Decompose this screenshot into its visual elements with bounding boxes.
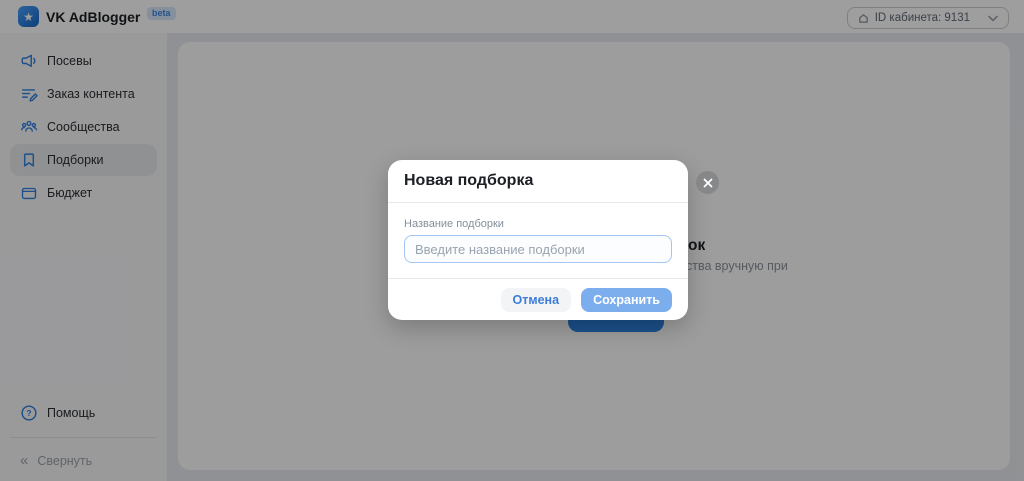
modal-header: Новая подборка [388, 160, 688, 203]
modal-body: Название подборки [388, 203, 688, 278]
close-icon [703, 178, 712, 187]
app-window: ★ VK AdBlogger beta ID кабинета: 9131 По… [0, 0, 1024, 481]
modal-footer: Отмена Сохранить [388, 278, 688, 320]
cancel-button[interactable]: Отмена [500, 287, 572, 312]
save-button[interactable]: Сохранить [581, 287, 672, 312]
modal-close-button[interactable] [696, 171, 719, 194]
new-collection-modal: Новая подборка Название подборки Отмена … [388, 160, 688, 320]
collection-name-label: Название подборки [404, 218, 504, 230]
modal-title: Новая подборка [404, 172, 534, 189]
collection-name-input[interactable] [404, 235, 672, 263]
